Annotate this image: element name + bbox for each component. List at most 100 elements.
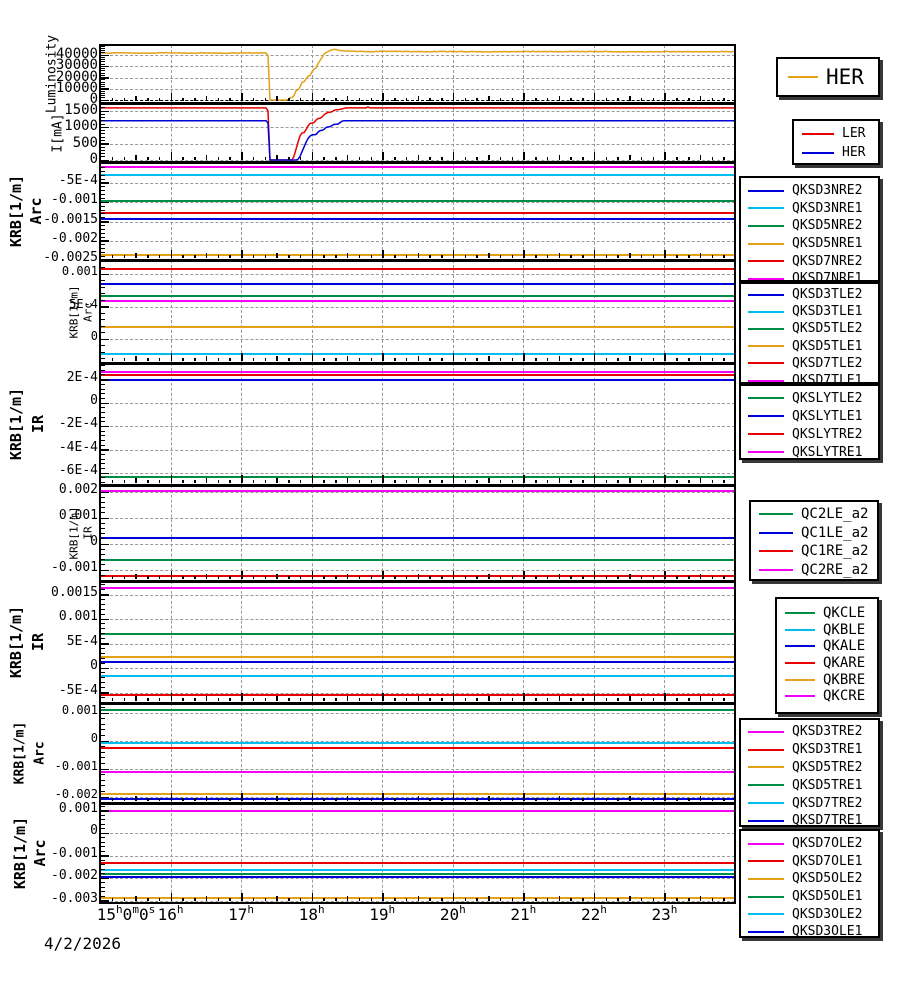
x-tick-mark: [358, 358, 361, 361]
x-tick-mark: [688, 698, 690, 701]
x-tick-mark: [417, 796, 419, 801]
y-tick-mark: [101, 50, 105, 52]
y-tick-mark: [101, 468, 105, 469]
x-tick-mark: [194, 480, 196, 483]
y-tick-mark: [101, 435, 105, 437]
y-tick-mark: [101, 477, 105, 479]
x-tick-mark: [147, 576, 149, 579]
y-tick-mark: [101, 538, 105, 540]
x-tick-mark: [229, 157, 231, 160]
x-tick-mark: [511, 358, 514, 361]
x-tick-mark: [617, 358, 619, 361]
legend-label: QKSD7TRE1: [792, 813, 863, 829]
x-tick-mark: [617, 98, 619, 101]
x-tick-mark: [523, 693, 525, 701]
x-tick-mark: [511, 698, 514, 701]
x-tick-mark: [640, 798, 643, 801]
x-tick-mark: [535, 480, 537, 483]
x-tick-mark: [358, 98, 361, 101]
x-tick-mark: [570, 898, 572, 901]
legend-entry-QKSD3OLE1: QKSD3OLE1: [748, 923, 875, 941]
x-tick-mark: [264, 98, 267, 101]
panel-ir-qk: [100, 581, 735, 703]
grid-line-vertical: [382, 260, 384, 363]
x-tick-mark: [441, 898, 443, 901]
x-tick-mark: [135, 574, 137, 579]
x-tick-mark: [111, 255, 114, 258]
grid-line-vertical: [593, 485, 595, 581]
y-tick-label: 500: [72, 134, 98, 151]
legend-arc-tre: QKSD3TRE2 QKSD3TRE1 QKSD5TRE2 QKSD5TRE1 QKSD…: [739, 718, 880, 829]
x-tick-mark: [335, 98, 337, 101]
x-tick-mark: [535, 898, 537, 901]
y-tick-mark: [101, 718, 105, 720]
legend-ir-sly: QKSLYTLE2 QKSLYTLE1 QKSLYTRE2 QKSLYTRE1: [739, 384, 880, 460]
x-tick-mark: [676, 698, 678, 701]
y-tick-mark: [101, 692, 109, 694]
x-tick-mark: [346, 696, 349, 701]
legend-line-swatch: [748, 327, 784, 330]
x-tick-mark: [194, 98, 196, 101]
x-tick-mark: [452, 93, 455, 101]
grid-line-vertical: [593, 803, 595, 903]
x-tick-mark: [523, 893, 525, 901]
legend-line-swatch: [748, 433, 784, 435]
x-tick-mark: [664, 353, 666, 361]
x-tick-mark: [441, 798, 443, 801]
grid-line-horizontal: [100, 594, 735, 596]
grid-line-vertical: [664, 803, 666, 903]
x-tick-mark: [605, 255, 608, 258]
legend-label: QKARE: [823, 655, 866, 672]
y-tick-mark: [101, 393, 105, 395]
x-tick-mark: [135, 96, 137, 101]
legend-label: QKSD7OLE1: [792, 853, 863, 869]
x-tick-mark: [605, 798, 608, 801]
x-tick-mark: [241, 93, 243, 101]
x-tick-mark: [429, 98, 431, 101]
y-tick-mark: [101, 553, 105, 555]
x-tick-mark: [241, 693, 243, 701]
grid-line-horizontal: [100, 769, 735, 770]
y-tick-mark: [101, 120, 105, 122]
grid-line-vertical: [311, 581, 313, 703]
grid-line-vertical: [523, 363, 525, 485]
x-tick-mark: [311, 475, 314, 483]
x-tick-mark: [111, 157, 114, 160]
x-tick-mark: [452, 793, 455, 801]
legend-ir-qc: QC2LE_a2 QC1LE_a2 QC1RE_a2 QC2RE_a2: [749, 500, 879, 581]
x-tick-mark: [617, 698, 619, 701]
x-tick-mark: [358, 480, 361, 483]
grid-line-vertical: [241, 260, 243, 363]
legend-entry-QKBLE: QKBLE: [785, 622, 874, 639]
legend-label: QKSD3OLE2: [792, 906, 863, 922]
x-tick-mark: [111, 898, 114, 901]
panel-beam-current: [100, 103, 735, 162]
y-tick-mark: [101, 113, 105, 115]
grid-line-horizontal: [100, 274, 735, 275]
panel-border: [99, 362, 736, 365]
legend-ir-qk: QKCLE QKBLE QKALE QKARE QKBRE QKCRE: [775, 597, 879, 714]
x-tick-mark: [182, 255, 184, 258]
x-tick-mark: [194, 698, 196, 701]
y-tick-mark: [101, 90, 105, 92]
legend-label: QC1LE_a2: [801, 524, 869, 541]
y-tick-mark: [101, 126, 109, 129]
y-tick-label: -4E-4: [58, 439, 98, 455]
series-line-QKSLYTRE1: [100, 371, 735, 373]
legend-label: QKSLYTLE2: [792, 390, 863, 406]
x-tick-mark: [664, 893, 666, 901]
grid-line-horizontal: [100, 878, 735, 879]
x-tick-mark: [723, 255, 725, 258]
x-tick-mark: [405, 98, 408, 101]
x-tick-mark: [629, 155, 631, 160]
x-tick-mark: [217, 255, 220, 258]
frame-right: [734, 45, 736, 903]
grid-line-vertical: [241, 162, 243, 260]
y-tick-mark: [101, 828, 105, 829]
x-tick-mark: [523, 475, 525, 483]
legend-label: QKSD5OLE2: [792, 871, 863, 887]
legend-line-swatch: [748, 397, 784, 399]
grid-line-vertical: [664, 581, 666, 703]
panel-ylabel-ir-qc: KRB[1/m]: [67, 506, 81, 560]
x-tick-mark: [276, 896, 278, 901]
